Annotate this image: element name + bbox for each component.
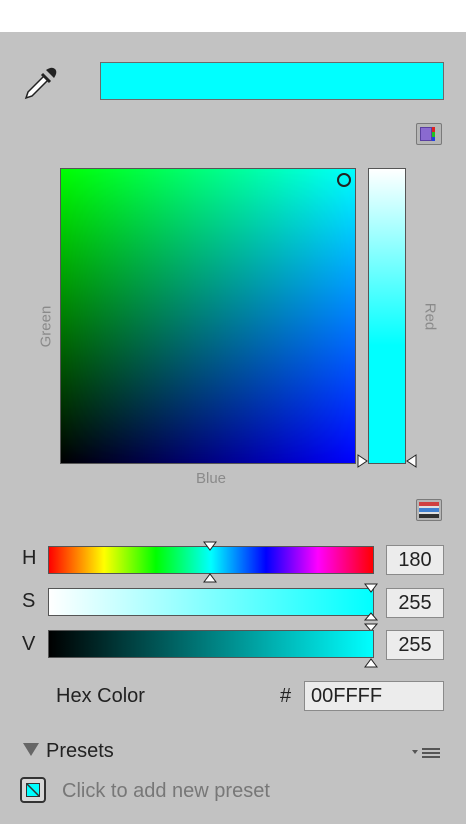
top-strip <box>0 0 466 32</box>
axis-label-green: Green <box>28 300 58 360</box>
axis-label-red-text: Red <box>421 302 439 331</box>
hue-slider-handle-bottom[interactable] <box>203 570 217 588</box>
add-preset-text[interactable]: Click to add new preset <box>62 780 270 803</box>
value-slider-track[interactable] <box>48 630 374 658</box>
hex-prefix: # <box>280 685 292 707</box>
value-value-field[interactable]: 255 <box>386 630 444 660</box>
color-square-cursor[interactable] <box>337 173 351 187</box>
slider-v-label: V <box>22 633 36 655</box>
triangle-down-icon[interactable] <box>22 741 40 762</box>
add-preset-button[interactable] <box>20 777 46 803</box>
saturation-slider-handle-top[interactable] <box>364 580 378 598</box>
axis-label-red: Red <box>412 290 442 350</box>
value-slider-handle-bottom[interactable] <box>364 655 378 673</box>
list-menu-icon[interactable] <box>412 745 442 764</box>
red-channel-strip[interactable] <box>368 168 406 464</box>
axis-label-blue: Blue <box>195 470 227 487</box>
eyedropper-icon[interactable] <box>22 64 60 102</box>
hex-color-input[interactable]: 00FFFF <box>304 681 444 711</box>
saturation-value-field[interactable]: 255 <box>386 588 444 618</box>
color-picker-mode-icon[interactable] <box>416 123 442 145</box>
red-channel-handle[interactable] <box>405 454 417 473</box>
saturation-slider-track[interactable] <box>48 588 374 616</box>
axis-label-green-text: Green <box>37 305 55 348</box>
hue-value-field[interactable]: 180 <box>386 545 444 575</box>
slider-h-label: H <box>22 547 37 569</box>
color-square[interactable] <box>60 168 356 464</box>
slider-type-icon[interactable] <box>416 499 442 521</box>
presets-title[interactable]: Presets <box>46 740 114 763</box>
hue-slider-handle-top[interactable] <box>203 538 217 556</box>
slider-s-label: S <box>22 590 36 612</box>
hex-color-label: Hex Color <box>56 685 145 707</box>
current-color-swatch[interactable] <box>100 62 444 100</box>
preset-diagonal-icon <box>26 783 40 797</box>
